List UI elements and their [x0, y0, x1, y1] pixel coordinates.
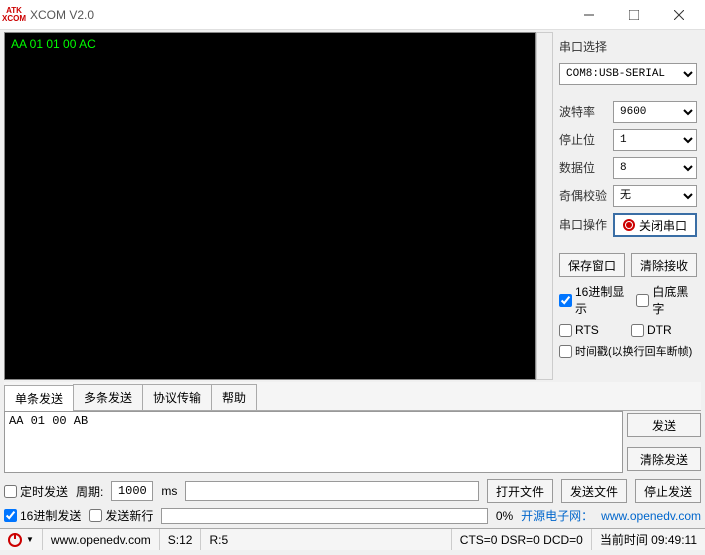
send-button[interactable]: 发送	[627, 413, 701, 437]
tab-protocol[interactable]: 协议传输	[142, 384, 212, 410]
stopbit-label: 停止位	[559, 131, 609, 148]
port-select-label: 串口选择	[559, 38, 697, 55]
clear-receive-button[interactable]: 清除接收	[631, 253, 697, 277]
tab-single-send[interactable]: 单条发送	[4, 385, 74, 411]
status-power[interactable]: ▼	[0, 529, 43, 550]
send-file-button[interactable]: 发送文件	[561, 479, 627, 503]
period-label: 周期:	[76, 483, 103, 500]
minimize-button[interactable]	[566, 0, 611, 30]
status-url[interactable]: www.openedv.com	[43, 529, 160, 550]
clear-send-button[interactable]: 清除发送	[627, 447, 701, 471]
status-recv: R:5	[201, 529, 451, 550]
maximize-button[interactable]	[611, 0, 656, 30]
app-logo: ATK XCOM	[4, 7, 24, 23]
timestamp-checkbox[interactable]: 时间戳(以换行回车断帧)	[559, 343, 697, 359]
period-input[interactable]	[111, 481, 153, 501]
hex-send-checkbox[interactable]: 16进制发送	[4, 507, 81, 524]
status-time: 当前时间 09:49:11	[592, 529, 705, 550]
file-path-input[interactable]	[185, 481, 479, 501]
send-tabs: 单条发送 多条发送 协议传输 帮助	[4, 382, 701, 411]
period-unit: ms	[161, 484, 177, 498]
white-bg-checkbox[interactable]: 白底黑字	[636, 283, 697, 317]
baud-select[interactable]: 9600	[613, 101, 697, 123]
promo-label: 开源电子网：	[521, 507, 593, 524]
send-input[interactable]	[4, 411, 623, 473]
window-title: XCOM V2.0	[30, 8, 566, 22]
close-icon	[674, 10, 684, 20]
tab-multi-send[interactable]: 多条发送	[73, 384, 143, 410]
stop-send-button[interactable]: 停止发送	[635, 479, 701, 503]
close-port-button[interactable]: 关闭串口	[613, 213, 697, 237]
record-icon	[623, 219, 635, 231]
stopbit-select[interactable]: 1	[613, 129, 697, 151]
power-icon	[8, 533, 22, 547]
save-window-button[interactable]: 保存窗口	[559, 253, 625, 277]
receive-terminal[interactable]: AA 01 01 00 AC	[4, 32, 536, 380]
databit-select[interactable]: 8	[613, 157, 697, 179]
parity-label: 奇偶校验	[559, 187, 609, 204]
maximize-icon	[629, 10, 639, 20]
chevron-down-icon: ▼	[26, 535, 34, 544]
tab-help[interactable]: 帮助	[211, 384, 257, 410]
timed-send-checkbox[interactable]: 定时发送	[4, 483, 68, 500]
port-op-label: 串口操作	[559, 216, 609, 233]
terminal-content: AA 01 01 00 AC	[11, 37, 96, 51]
progress-pct: 0%	[496, 509, 513, 523]
status-sent: S:12	[160, 529, 202, 550]
open-file-button[interactable]: 打开文件	[487, 479, 553, 503]
parity-select[interactable]: 无	[613, 185, 697, 207]
port-select[interactable]: COM8:USB-SERIAL	[559, 63, 697, 85]
promo-link[interactable]: www.openedv.com	[601, 509, 701, 523]
rts-checkbox[interactable]: RTS	[559, 323, 627, 337]
minimize-icon	[584, 10, 594, 20]
baud-label: 波特率	[559, 103, 609, 120]
databit-label: 数据位	[559, 159, 609, 176]
status-signals: CTS=0 DSR=0 DCD=0	[452, 529, 592, 550]
send-newline-checkbox[interactable]: 发送新行	[89, 507, 153, 524]
progress-bar	[161, 508, 487, 524]
close-button[interactable]	[656, 0, 701, 30]
terminal-scrollbar[interactable]	[536, 32, 553, 380]
hex-display-checkbox[interactable]: 16进制显示	[559, 283, 632, 317]
dtr-checkbox[interactable]: DTR	[631, 323, 672, 337]
